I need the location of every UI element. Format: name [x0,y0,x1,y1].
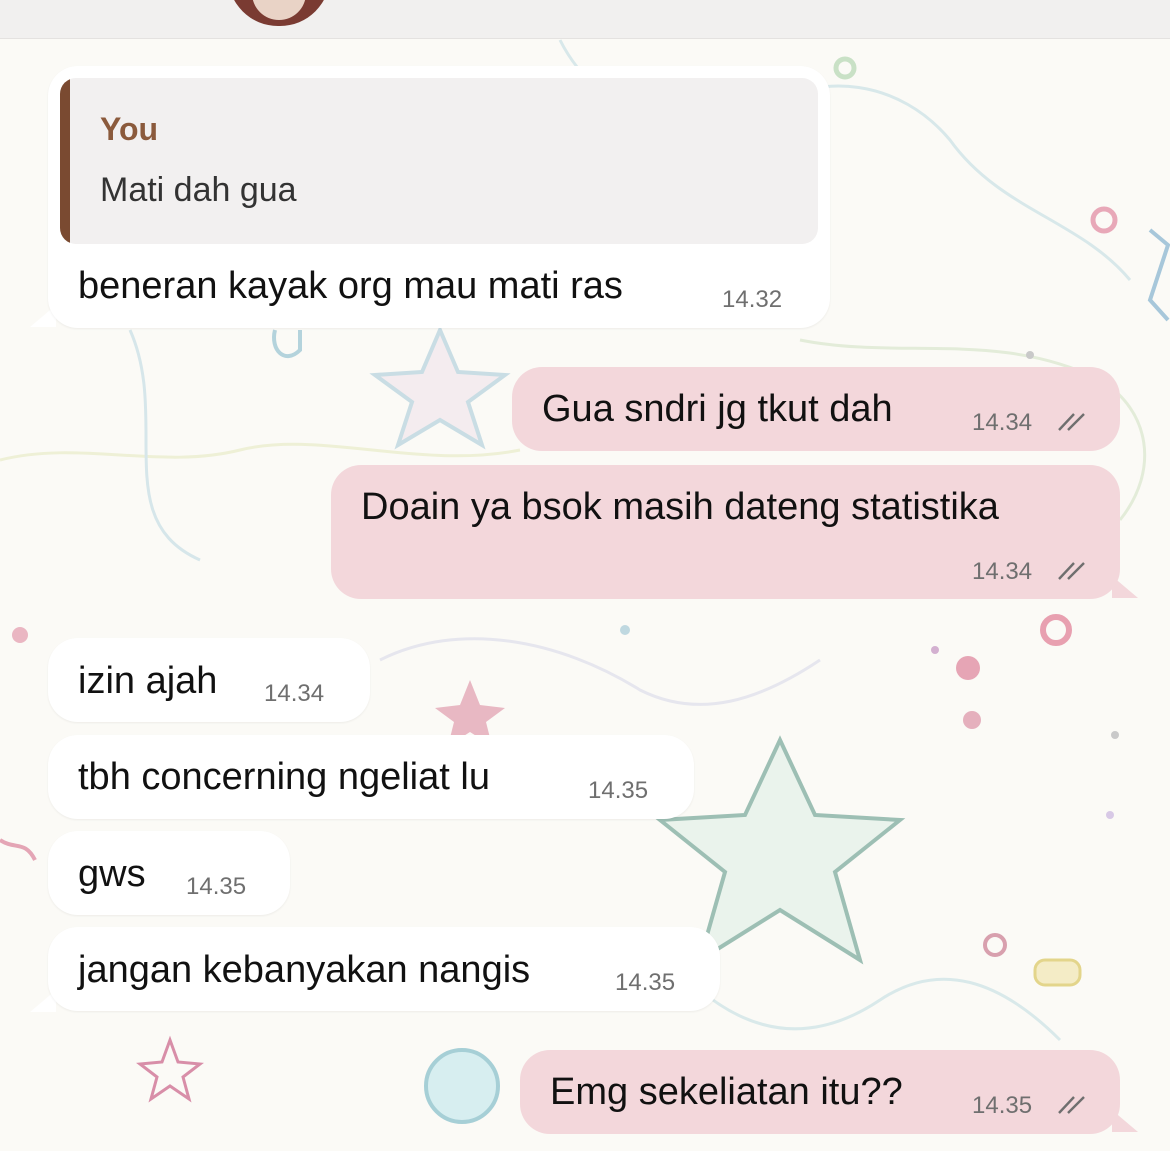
message-bubble-outgoing[interactable]: Gua sndri jg tkut dah 14.34 [512,367,1120,451]
message-bubble-incoming[interactable]: You Mati dah gua beneran kayak org mau m… [48,66,830,328]
chat-header [0,0,1170,39]
message-bubble-incoming[interactable]: gws 14.35 [48,831,290,915]
reply-quote-author: You [100,111,159,147]
message-time: 14.34 [972,558,1033,585]
reply-quote[interactable]: You Mati dah gua [60,78,818,244]
read-receipt-icon [1058,562,1085,580]
message-text: izin ajah [78,660,218,702]
message-time: 14.32 [722,286,783,313]
message-bubble-incoming[interactable]: jangan kebanyakan nangis 14.35 [48,927,720,1011]
bubble-decoration [424,1048,500,1124]
message-text: tbh concerning ngeliat lu [78,756,490,798]
star-decoration [136,1035,204,1103]
message-text: Doain ya bsok masih dateng statistika [361,486,999,528]
avatar[interactable] [228,0,330,26]
message-text: Gua sndri jg tkut dah [542,388,893,430]
star-decoration [369,324,511,450]
message-text: Emg sekeliatan itu?? [550,1071,903,1113]
message-text: gws [78,853,146,895]
message-text: jangan kebanyakan nangis [78,949,531,991]
message-bubble-incoming[interactable]: izin ajah 14.34 [48,638,370,722]
message-bubble-outgoing[interactable]: Doain ya bsok masih dateng statistika 14… [331,465,1120,599]
read-receipt-icon [1058,413,1085,431]
message-time: 14.34 [972,409,1033,436]
message-time: 14.34 [264,680,325,707]
message-time: 14.35 [972,1092,1033,1119]
message-time: 14.35 [186,873,247,900]
read-receipt-icon [1058,1096,1085,1114]
message-bubble-outgoing[interactable]: Emg sekeliatan itu?? 14.35 [520,1050,1120,1134]
reply-quote-accent-bar [60,78,70,244]
reply-quote-text: Mati dah gua [100,171,297,209]
message-text: beneran kayak org mau mati ras [78,265,623,307]
message-bubble-incoming[interactable]: tbh concerning ngeliat lu 14.35 [48,735,694,819]
message-time: 14.35 [588,777,649,804]
message-time: 14.35 [615,969,676,996]
